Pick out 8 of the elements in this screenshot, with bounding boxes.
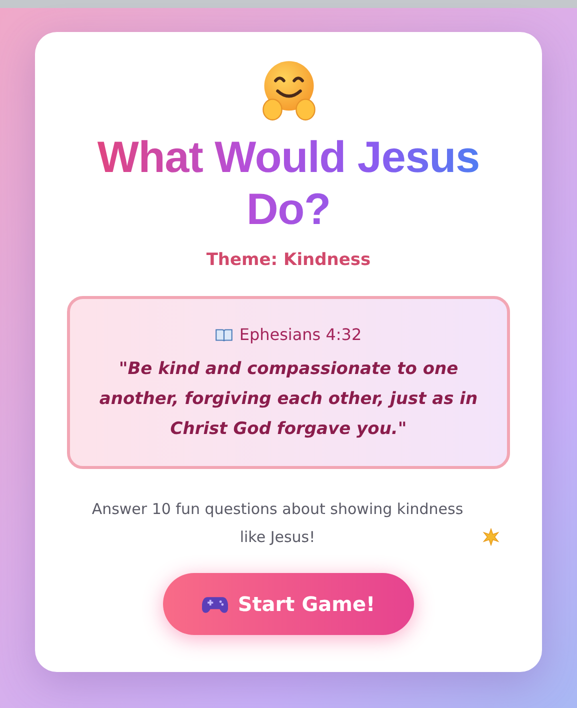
scripture-reference: Ephesians 4:32 — [239, 325, 362, 344]
book-icon — [215, 328, 234, 342]
start-game-button[interactable]: Start Game! — [163, 573, 414, 635]
gamepad-icon — [202, 594, 228, 614]
description-text: Answer 10 fun questions about showing kindness like Jesus! — [90, 499, 464, 548]
scripture-quote: "Be kind and compassionate to one another, forgiving each other, just as in Christ God forgave you." — [98, 358, 479, 441]
theme-label: Theme: Kindness — [206, 250, 371, 270]
sparkle-icon — [482, 528, 500, 546]
